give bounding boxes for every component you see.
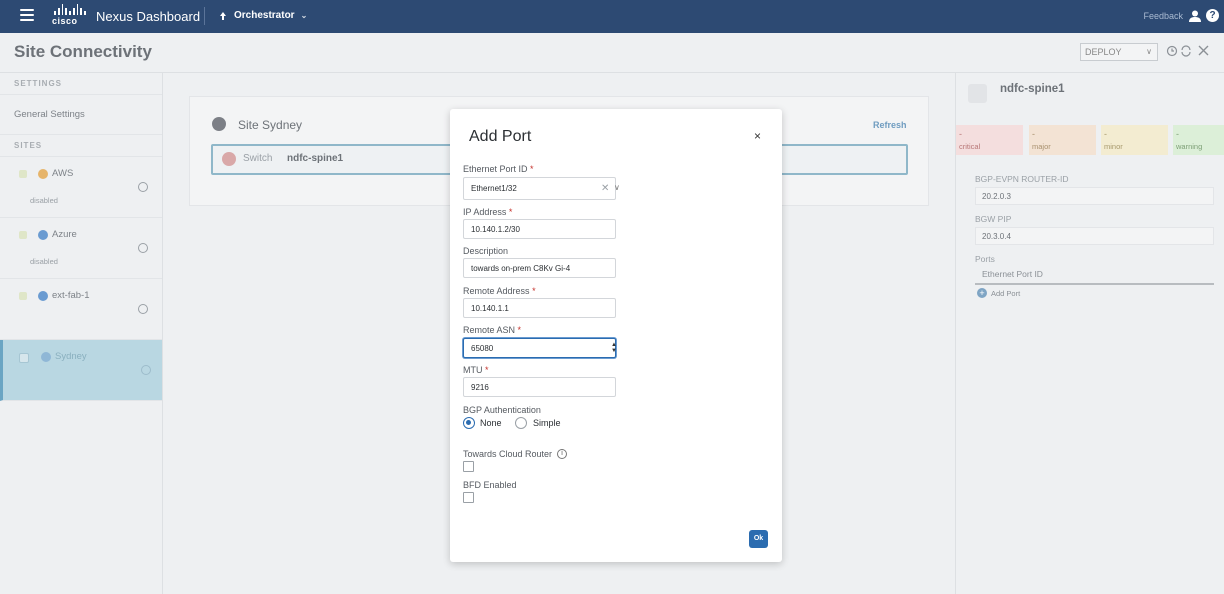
remote-address-input[interactable]: 10.140.1.1 [463, 298, 616, 318]
site-icon [212, 117, 226, 131]
bgp-auth-simple-label: Simple [533, 418, 561, 428]
ip-address-input[interactable]: 10.140.1.2/30 [463, 219, 616, 239]
ethernet-port-label: Ethernet Port ID * [463, 164, 534, 174]
divider [204, 7, 205, 25]
cisco-logo: cisco [52, 4, 87, 28]
bgp-auth-label: BGP Authentication [463, 405, 541, 415]
site-title: Site Sydney [238, 118, 303, 132]
check-circle-icon [138, 304, 148, 314]
help-icon[interactable]: ? [1206, 9, 1219, 22]
page-header: Site Connectivity DEPLOY ∨ [0, 33, 1224, 73]
mtu-label: MTU * [463, 365, 489, 375]
site-name: AWS [52, 168, 74, 179]
bfd-enabled-label: BFD Enabled [463, 480, 517, 490]
remote-address-label: Remote Address * [463, 286, 536, 296]
check-circle-icon [138, 243, 148, 253]
bfd-enabled-checkbox[interactable] [463, 492, 474, 503]
add-port-link[interactable]: + Add Port [977, 288, 1020, 298]
bgp-auth-simple-radio[interactable] [515, 417, 527, 429]
top-navbar: cisco Nexus Dashboard Orchestrator ⌄ Fee… [0, 0, 1224, 33]
site-status: disabled [30, 196, 58, 205]
towards-cloud-label: Towards Cloud Router [463, 449, 553, 459]
bgw-pip-field: 20.3.0.4 [975, 227, 1214, 245]
ip-address-label: IP Address * [463, 207, 513, 217]
ethernet-port-select[interactable]: Ethernet1/32 ✕ ∨ [463, 177, 620, 200]
sync-icon[interactable] [1180, 45, 1192, 57]
switch-details-panel: ndfc-spine1 - critical - major - minor - war… [955, 73, 1224, 594]
check-circle-icon [141, 365, 151, 375]
bgp-auth-none-label: None [480, 418, 502, 428]
plus-icon: + [977, 288, 987, 298]
ok-button[interactable]: Ok [749, 530, 768, 548]
ports-column-header: Ethernet Port ID [975, 266, 1214, 285]
refresh-link[interactable]: Refresh [873, 120, 907, 130]
switch-shield-icon [968, 84, 987, 103]
bgp-auth-none-radio[interactable] [463, 417, 475, 429]
orchestrator-icon [220, 11, 226, 20]
chevron-down-icon: ∨ [1146, 47, 1152, 56]
site-checkbox[interactable] [19, 353, 29, 363]
description-label: Description [463, 246, 509, 256]
dialog-title: Add Port [469, 128, 532, 145]
bgp-evpn-label: BGP-EVPN ROUTER-ID [975, 174, 1069, 184]
site-name: Azure [52, 229, 77, 240]
panel-title: ndfc-spine1 [1000, 83, 1065, 95]
sidebar-site-azure[interactable]: Azure disabled [0, 218, 162, 279]
switch-name: ndfc-spine1 [287, 153, 344, 164]
switch-label: Switch [243, 153, 273, 164]
close-icon[interactable] [1198, 45, 1209, 56]
feedback-link[interactable]: Feedback [1143, 11, 1183, 21]
azure-icon [38, 230, 48, 240]
sidebar-item-general-settings[interactable]: General Settings [0, 95, 162, 135]
left-sidebar: SETTINGS General Settings SITES AWS disa… [0, 73, 163, 594]
settings-section-header: SETTINGS [0, 73, 162, 95]
switch-icon [222, 152, 236, 166]
severity-minor: - minor [1101, 125, 1168, 155]
sidebar-site-ext-fab-1[interactable]: ext-fab-1 [0, 279, 162, 340]
severity-warning: - warning [1173, 125, 1224, 155]
site-checkbox[interactable] [19, 170, 27, 178]
severity-critical: - critical [956, 125, 1023, 155]
fabric-icon [41, 352, 51, 362]
site-name: Sydney [55, 351, 87, 362]
towards-cloud-checkbox[interactable] [463, 461, 474, 472]
info-icon[interactable]: i [557, 449, 567, 459]
menu-icon[interactable] [20, 9, 34, 21]
severity-major: - major [1029, 125, 1096, 155]
description-input[interactable]: towards on-prem C8Kv Gi-4 [463, 258, 616, 278]
check-circle-icon [138, 182, 148, 192]
ports-label: Ports [975, 254, 995, 264]
site-status: disabled [30, 257, 58, 266]
bgw-pip-label: BGW PIP [975, 214, 1012, 224]
chevron-down-icon: ∨ [614, 183, 620, 192]
service-switcher[interactable]: Orchestrator ⌄ [218, 10, 307, 21]
spinner-arrows-icon[interactable]: ▲ ▼ [611, 342, 617, 354]
deploy-dropdown[interactable]: DEPLOY ∨ [1080, 43, 1158, 61]
chevron-down-icon: ⌄ [300, 11, 308, 20]
sites-section-header: SITES [0, 135, 162, 157]
history-icon[interactable] [1166, 45, 1178, 57]
remote-asn-stepper[interactable]: 65080 ▲ ▼ [463, 338, 617, 358]
site-checkbox[interactable] [19, 292, 27, 300]
page-title: Site Connectivity [14, 42, 152, 61]
site-checkbox[interactable] [19, 231, 27, 239]
user-icon[interactable] [1188, 9, 1202, 23]
aws-icon [38, 169, 48, 179]
sidebar-site-aws[interactable]: AWS disabled [0, 157, 162, 218]
bgp-evpn-field: 20.2.0.3 [975, 187, 1214, 205]
clear-icon[interactable]: ✕ [601, 183, 609, 194]
fabric-icon [38, 291, 48, 301]
service-name: Orchestrator [234, 10, 295, 21]
close-icon[interactable]: × [754, 129, 761, 143]
remote-asn-label: Remote ASN * [463, 325, 522, 335]
app-title: Nexus Dashboard [96, 9, 201, 24]
sidebar-site-sydney[interactable]: Sydney [0, 340, 162, 401]
add-port-dialog: Add Port × Ethernet Port ID * Ethernet1/… [450, 109, 782, 562]
mtu-input[interactable]: 9216 [463, 377, 616, 397]
site-name: ext-fab-1 [52, 290, 90, 301]
